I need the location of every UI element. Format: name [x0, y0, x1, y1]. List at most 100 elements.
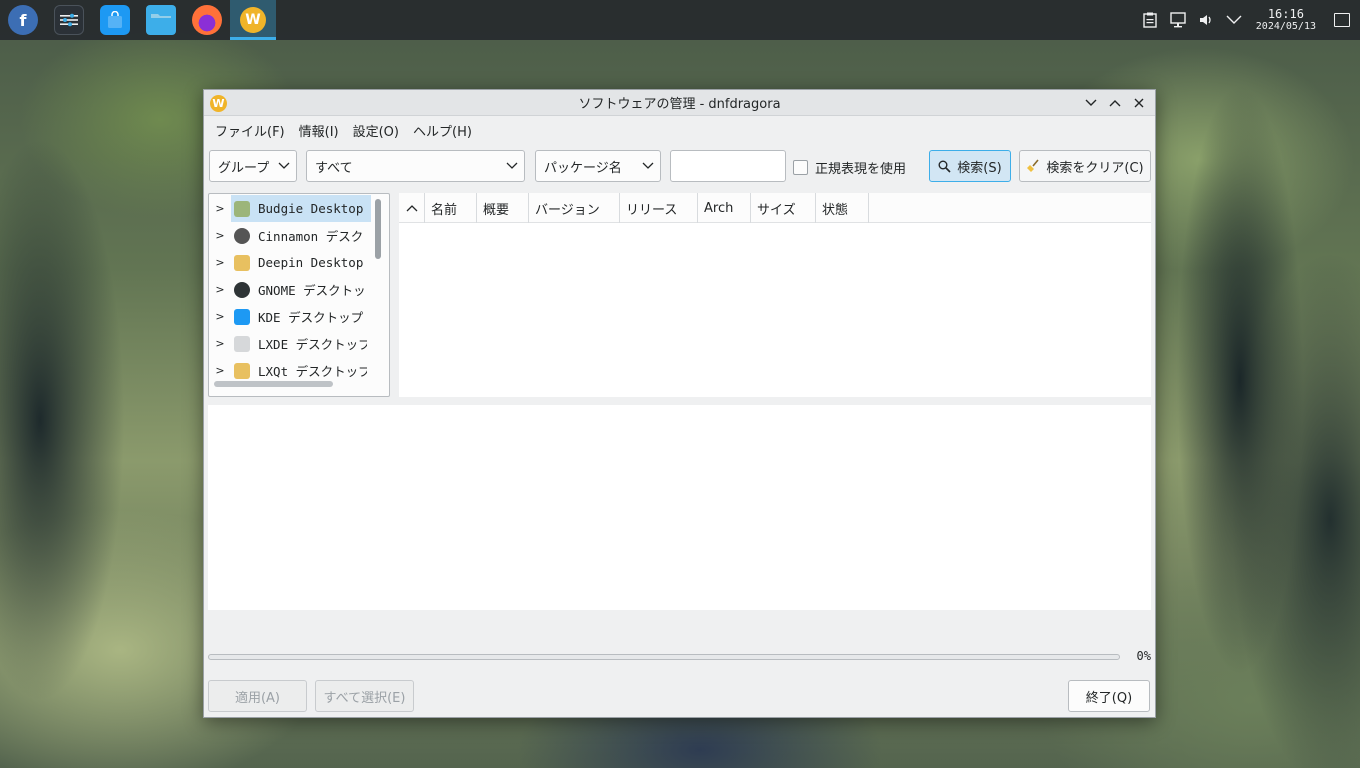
system-tray: 16:16 2024/05/13 [1136, 0, 1360, 40]
regex-checkbox[interactable] [793, 160, 808, 175]
show-desktop-button[interactable] [1334, 13, 1350, 27]
window-titlebar[interactable]: W ソフトウェアの管理 - dnfdragora [204, 90, 1155, 116]
content-top: > Budgie Desktop > Cinnamon デスクトップ > Dee… [208, 193, 1151, 397]
minimize-button[interactable] [1079, 90, 1103, 116]
tree-item-lxde[interactable]: > LXDE デスクトップ [209, 330, 371, 357]
network-icon[interactable] [1164, 0, 1192, 40]
firefox-icon [192, 5, 222, 35]
dnfdragora-taskbar-button[interactable]: W [230, 0, 276, 40]
system-settings-button[interactable] [46, 0, 92, 40]
column-header-size[interactable]: サイズ [751, 193, 816, 223]
tree-item-content: LXDE デスクトップ [231, 330, 371, 357]
file-manager-button[interactable] [138, 0, 184, 40]
tree-item-kde[interactable]: > KDE デスクトップ [209, 303, 371, 330]
tree-item-content: LXQt デスクトップ [231, 357, 371, 384]
tree-item-lxqt[interactable]: > LXQt デスクトップ [209, 357, 371, 384]
tree-item-deepin[interactable]: > Deepin Desktop [209, 249, 371, 276]
regex-option[interactable]: 正規表現を使用 [793, 158, 906, 177]
column-header-release[interactable]: リリース [620, 193, 698, 223]
menu-settings[interactable]: 設定(O) [346, 121, 406, 140]
volume-icon[interactable] [1192, 0, 1220, 40]
tree-item-label: GNOME デスクトップ [258, 283, 367, 298]
column-header-status[interactable]: 状態 [816, 193, 869, 223]
tree-vertical-scrollbar[interactable] [372, 194, 384, 376]
folder-icon [146, 5, 176, 35]
regex-label: 正規表現を使用 [815, 162, 907, 177]
close-icon [1134, 98, 1144, 108]
clipboard-icon[interactable] [1136, 0, 1164, 40]
software-store-button[interactable] [92, 0, 138, 40]
kde-icon [234, 308, 250, 325]
menu-help[interactable]: ヘルプ(H) [406, 121, 479, 140]
clock[interactable]: 16:16 2024/05/13 [1256, 8, 1316, 32]
package-description-area[interactable] [208, 405, 1151, 610]
broom-icon [1027, 159, 1039, 172]
expand-arrow-icon[interactable]: > [209, 364, 231, 377]
column-header-version[interactable]: バージョン [529, 193, 620, 223]
search-icon [938, 160, 951, 173]
store-bag-icon [100, 5, 130, 35]
chevron-down-icon [506, 162, 518, 169]
tree-item-content: KDE デスクトップ [231, 303, 371, 330]
firefox-button[interactable] [184, 0, 230, 40]
clear-search-label: 検索をクリア(C) [1046, 160, 1144, 176]
view-mode-combo[interactable]: グループ [209, 150, 297, 182]
apply-button[interactable]: 適用(A) [208, 680, 307, 712]
package-table[interactable]: 名前 概要 バージョン リリース Arch サイズ 状態 [399, 193, 1151, 397]
select-all-button[interactable]: すべて選択(E) [315, 680, 414, 712]
tree-item-label: LXQt デスクトップ [258, 364, 367, 379]
tree-horizontal-scroll-thumb[interactable] [214, 381, 333, 387]
search-input[interactable] [670, 150, 786, 182]
tree-item-cinnamon[interactable]: > Cinnamon デスクトップ [209, 222, 371, 249]
tree-item-gnome[interactable]: > GNOME デスクトップ [209, 276, 371, 303]
tree-vertical-scroll-thumb[interactable] [375, 199, 381, 259]
window-controls [1079, 90, 1151, 116]
search-button-label: 検索(S) [957, 160, 1002, 176]
tree-item-label: Budgie Desktop [258, 201, 364, 216]
tree-item-label: Cinnamon デスクトップ [258, 229, 367, 244]
dnfdragora-icon: W [240, 7, 266, 33]
view-mode-value: グループ [218, 160, 270, 176]
column-header-summary[interactable]: 概要 [477, 193, 529, 223]
clock-date: 2024/05/13 [1255, 21, 1316, 32]
menu-info[interactable]: 情報(I) [292, 121, 346, 140]
expand-arrow-icon[interactable]: > [209, 202, 231, 215]
fedora-launcher-button[interactable]: f [0, 0, 46, 40]
close-button[interactable] [1127, 90, 1151, 116]
progress-area: 0% [208, 649, 1151, 664]
lxde-icon [234, 335, 250, 352]
tree-item-content: Deepin Desktop [231, 249, 371, 276]
tray-expand-chevron-icon[interactable] [1220, 0, 1248, 40]
clear-search-button[interactable]: 検索をクリア(C) [1019, 150, 1151, 182]
tree-item-label: KDE デスクトップ [258, 310, 364, 325]
quit-button[interactable]: 終了(Q) [1068, 680, 1150, 712]
column-header-name[interactable]: 名前 [425, 193, 477, 223]
taskbar: f W 16:16 2024/05/13 [0, 0, 1360, 40]
lxqt-icon [234, 362, 250, 379]
expand-arrow-icon[interactable]: > [209, 310, 231, 323]
tree-item-budgie[interactable]: > Budgie Desktop [209, 195, 371, 222]
search-by-combo[interactable]: パッケージ名 [535, 150, 661, 182]
search-button[interactable]: 検索(S) [929, 150, 1011, 182]
maximize-chevron-icon [1109, 100, 1121, 107]
column-header-arch[interactable]: Arch [698, 193, 751, 223]
chevron-down-icon [642, 162, 654, 169]
progress-percent: 0% [1136, 649, 1151, 663]
expand-arrow-icon[interactable]: > [209, 283, 231, 296]
search-by-value: パッケージ名 [544, 160, 622, 176]
group-tree[interactable]: > Budgie Desktop > Cinnamon デスクトップ > Dee… [208, 193, 390, 397]
cinnamon-icon [234, 227, 250, 244]
select-column-header[interactable] [399, 193, 425, 223]
expand-arrow-icon[interactable]: > [209, 229, 231, 242]
window-title: ソフトウェアの管理 - dnfdragora [578, 97, 781, 112]
maximize-button[interactable] [1103, 90, 1127, 116]
expand-arrow-icon[interactable]: > [209, 337, 231, 350]
minimize-chevron-icon [1085, 99, 1097, 106]
fedora-icon: f [8, 5, 38, 35]
tree-item-label: Deepin Desktop [258, 255, 364, 270]
search-toolbar: グループ すべて パッケージ名 正規表現を使用 検索(S) 検索をクリア(C) [204, 144, 1155, 188]
expand-arrow-icon[interactable]: > [209, 256, 231, 269]
menubar: ファイル(F) 情報(I) 設定(O) ヘルプ(H) [204, 116, 1155, 144]
menu-file[interactable]: ファイル(F) [208, 121, 292, 140]
filter-combo[interactable]: すべて [306, 150, 525, 182]
